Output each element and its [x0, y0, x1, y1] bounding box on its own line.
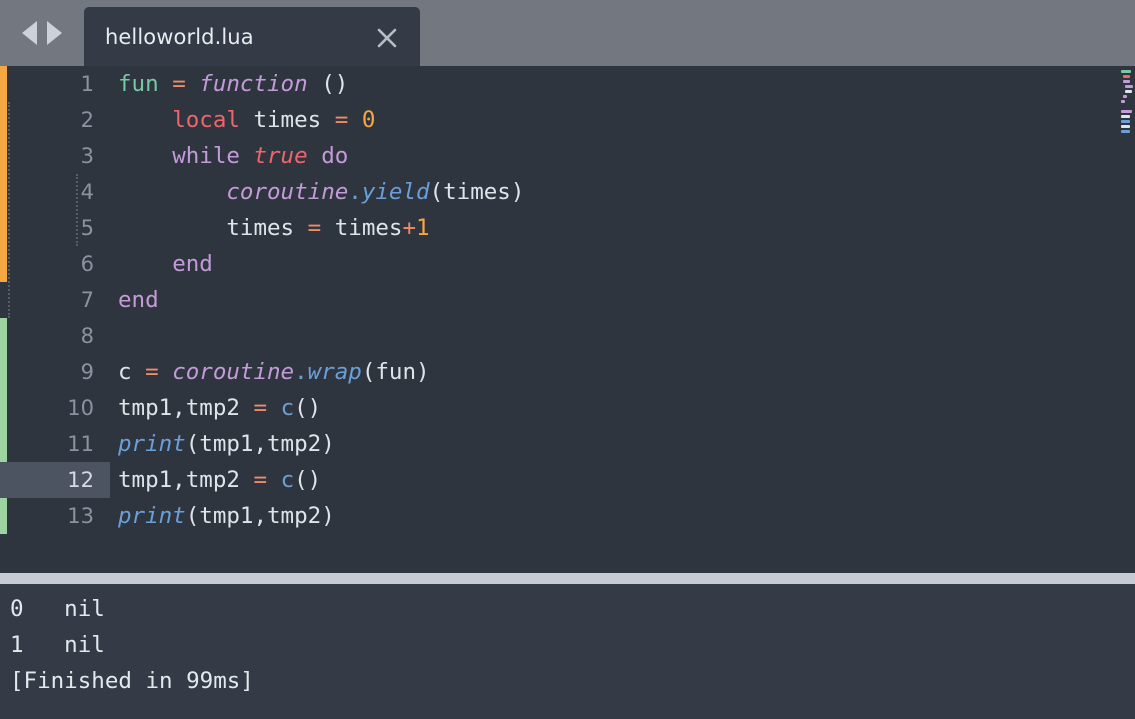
- editor-window: helloworld.lua 1 2 3 4 5 6 7 8 9 10 11 1…: [0, 0, 1135, 719]
- console-line: 1 nil: [10, 632, 105, 658]
- line-number: 6: [80, 252, 94, 276]
- token-operator: =: [253, 467, 268, 493]
- token-operator: =: [172, 71, 186, 97]
- console-status-line: [Finished in 99ms]: [10, 668, 254, 694]
- token-keyword: do: [321, 143, 349, 169]
- token-punctuation: (): [294, 395, 322, 421]
- line-number-gutter: 1 2 3 4 5 6 7 8 9 10 11 12 13: [0, 66, 110, 573]
- code-line-13: print(tmp1,tmp2): [118, 498, 335, 534]
- code-line-11: print(tmp1,tmp2): [118, 426, 335, 462]
- tab-label: helloworld.lua: [105, 25, 254, 49]
- token-identifier: c: [118, 359, 132, 385]
- token-punctuation: (): [294, 467, 322, 493]
- line-number: 10: [67, 396, 94, 420]
- token-punctuation: .: [348, 179, 362, 205]
- line-number: 4: [80, 180, 94, 204]
- code-line-3: while true do: [118, 138, 348, 174]
- token-keyword: while: [172, 143, 240, 169]
- token-keyword: function: [199, 71, 308, 97]
- minimap-line: [1121, 110, 1132, 113]
- token-library: coroutine: [226, 179, 349, 205]
- token-function: print: [118, 431, 186, 457]
- minimap-line: [1121, 120, 1130, 123]
- tab-close-icon[interactable]: [376, 27, 398, 49]
- code-line-6: end: [118, 246, 213, 282]
- code-line-2: local times = 0: [118, 102, 375, 138]
- code-line-5: times = times+1: [118, 210, 430, 246]
- token-number: 0: [361, 107, 376, 133]
- line-number: 13: [67, 504, 94, 528]
- token-call-args: (tmp1,tmp2): [185, 503, 335, 529]
- token-operator: =: [145, 359, 159, 385]
- line-number: 1: [80, 72, 94, 96]
- token-function: c: [280, 395, 295, 421]
- minimap-line: [1121, 115, 1130, 118]
- token-function: c: [280, 467, 295, 493]
- token-function: yield: [361, 179, 430, 205]
- token-operator: +: [402, 215, 417, 241]
- token-identifier: fun: [118, 71, 159, 97]
- tab-nav-arrows: [0, 0, 84, 66]
- nav-prev-arrow-icon[interactable]: [22, 21, 37, 45]
- minimap-line: [1123, 75, 1130, 78]
- code-line-9: c = coroutine.wrap(fun): [118, 354, 430, 390]
- tab-helloworld-lua[interactable]: helloworld.lua: [84, 7, 420, 66]
- token-call-args: (fun): [361, 359, 430, 385]
- token-identifier: times: [253, 107, 322, 133]
- token-identifier: tmp1,tmp2: [118, 395, 240, 421]
- token-constant: true: [253, 143, 308, 169]
- nav-next-arrow-icon[interactable]: [47, 21, 62, 45]
- token-identifier: tmp1,tmp2: [118, 467, 240, 493]
- console-line: 0 nil: [10, 596, 105, 622]
- token-function: print: [118, 503, 186, 529]
- panel-divider[interactable]: [0, 573, 1135, 584]
- token-identifier: times: [334, 215, 403, 241]
- line-number-active: 12: [0, 462, 110, 498]
- code-line-1: fun = function (): [118, 66, 348, 102]
- line-number: 5: [80, 216, 94, 240]
- line-number: 9: [80, 360, 94, 384]
- minimap-line: [1121, 125, 1130, 128]
- code-line-12: tmp1,tmp2 = c(): [118, 462, 321, 498]
- token-function: wrap: [307, 359, 362, 385]
- minimap-line: [1125, 85, 1133, 88]
- token-punctuation: .: [294, 359, 308, 385]
- code-text[interactable]: fun = function () local times = 0 while …: [110, 66, 1120, 573]
- minimap-line: [1123, 80, 1130, 83]
- token-keyword: end: [118, 287, 159, 313]
- token-keyword: end: [172, 251, 213, 277]
- token-punctuation: (): [321, 71, 349, 97]
- token-call-args: (tmp1,tmp2): [185, 431, 335, 457]
- code-line-10: tmp1,tmp2 = c(): [118, 390, 321, 426]
- token-call-args: (times): [429, 179, 525, 205]
- code-editor[interactable]: 1 2 3 4 5 6 7 8 9 10 11 12 13 fun = func…: [0, 66, 1135, 573]
- tab-bar: helloworld.lua: [0, 0, 1135, 66]
- minimap-line: [1125, 90, 1132, 93]
- line-number: 3: [80, 144, 94, 168]
- token-keyword: local: [172, 107, 240, 133]
- token-operator: =: [253, 395, 268, 421]
- minimap-line: [1121, 100, 1125, 103]
- line-number: 11: [67, 432, 94, 456]
- minimap-line: [1121, 130, 1130, 133]
- token-operator: =: [334, 107, 349, 133]
- token-number: 1: [416, 215, 430, 241]
- token-library: coroutine: [172, 359, 295, 385]
- line-number: 8: [80, 324, 94, 348]
- token-identifier: times: [226, 215, 295, 241]
- minimap-line: [1121, 70, 1131, 73]
- code-line-7: end: [118, 282, 159, 318]
- output-console[interactable]: 0 nil 1 nil [Finished in 99ms]: [0, 584, 1135, 719]
- line-number: 2: [80, 108, 94, 132]
- minimap[interactable]: [1118, 66, 1135, 573]
- code-line-4: coroutine.yield(times): [118, 174, 524, 210]
- minimap-line: [1123, 95, 1127, 98]
- line-number: 7: [80, 288, 94, 312]
- token-operator: =: [307, 215, 322, 241]
